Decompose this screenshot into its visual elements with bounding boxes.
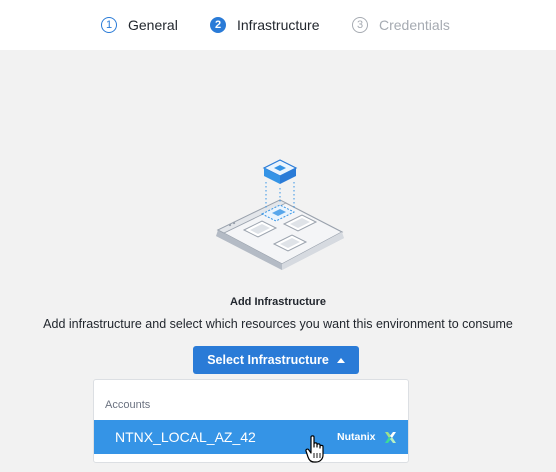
step-general[interactable]: 1 General bbox=[101, 15, 178, 35]
step-label: General bbox=[128, 17, 178, 33]
dropdown-group-header: Accounts bbox=[105, 399, 151, 411]
step-number: 3 bbox=[352, 17, 368, 33]
nutanix-logo-icon bbox=[385, 432, 396, 443]
infrastructure-illustration bbox=[216, 159, 344, 270]
step-number: 2 bbox=[210, 17, 226, 33]
page-title: Add Infrastructure bbox=[230, 296, 326, 308]
dropdown-item-account[interactable]: NTNX_LOCAL_AZ_42 Nutanix bbox=[94, 420, 408, 454]
step-number: 1 bbox=[101, 17, 117, 33]
infrastructure-dropdown: Accounts NTNX_LOCAL_AZ_42 Nutanix bbox=[93, 379, 409, 463]
wizard-stepper: 1 General 2 Infrastructure 3 Credentials bbox=[0, 0, 556, 50]
step-credentials[interactable]: 3 Credentials bbox=[352, 15, 450, 35]
hand-cursor-icon bbox=[305, 435, 324, 463]
caret-up-icon bbox=[336, 357, 345, 363]
step-infrastructure[interactable]: 2 Infrastructure bbox=[210, 15, 319, 35]
provider-name: Nutanix bbox=[337, 431, 376, 443]
page-subtitle: Add infrastructure and select which reso… bbox=[43, 317, 513, 331]
step-label: Credentials bbox=[379, 17, 450, 33]
account-name: NTNX_LOCAL_AZ_42 bbox=[115, 429, 256, 445]
step-label: Infrastructure bbox=[237, 17, 320, 33]
select-infrastructure-label: Select Infrastructure bbox=[207, 353, 329, 367]
select-infrastructure-button[interactable]: Select Infrastructure bbox=[193, 346, 359, 374]
